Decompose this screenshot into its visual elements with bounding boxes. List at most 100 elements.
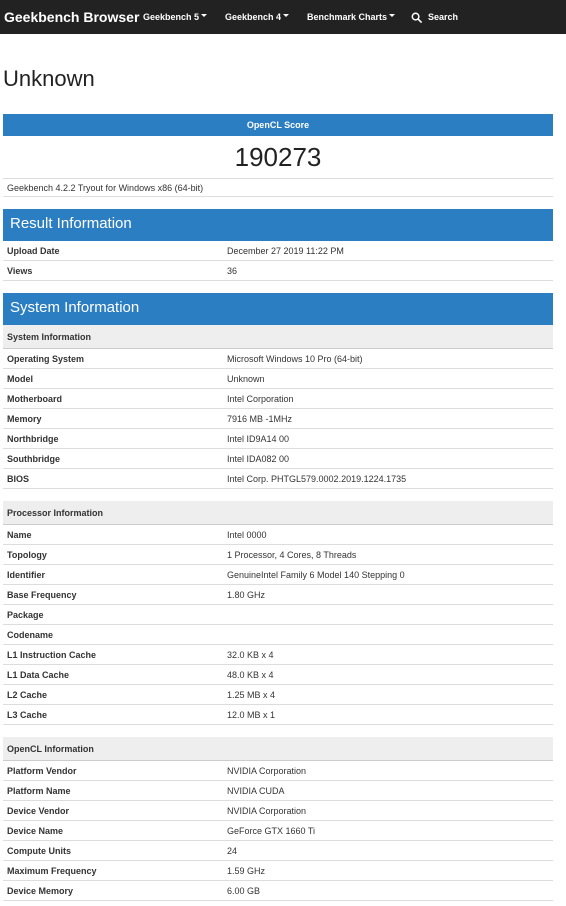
result-information-section: Result Information Upload Date December … <box>3 209 553 281</box>
row-value: December 27 2019 11:22 PM <box>227 245 344 256</box>
divider <box>3 178 553 179</box>
row-key: Operating System <box>7 353 85 364</box>
row-key: Codename <box>7 629 54 640</box>
row-value: NVIDIA CUDA <box>227 785 285 796</box>
brand-link[interactable]: Geekbench Browser <box>4 9 139 25</box>
page-title: Unknown <box>3 66 95 91</box>
table-row: Compute Units 24 <box>3 841 553 861</box>
row-value: 6.00 GB <box>227 885 261 896</box>
row-key: Device Vendor <box>7 805 70 816</box>
row-value: NVIDIA Corporation <box>227 765 307 776</box>
table-row: L1 Instruction Cache 32.0 KB x 4 <box>3 645 553 665</box>
row-value: 1.59 GHz <box>227 865 266 876</box>
table-row: Name Intel 0000 <box>3 525 553 545</box>
row-key: L2 Cache <box>7 689 48 700</box>
table-row: L2 Cache 1.25 MB x 4 <box>3 685 553 705</box>
row-value: 1.80 GHz <box>227 589 266 600</box>
row-key: Motherboard <box>7 393 62 404</box>
row-value: GenuineIntel Family 6 Model 140 Stepping… <box>227 569 405 580</box>
row-value: 48.0 KB x 4 <box>227 669 274 680</box>
row-key: L3 Cache <box>7 709 48 720</box>
table-row: Maximum Frequency 1.59 GHz <box>3 861 553 881</box>
row-value: Intel ID9A14 00 <box>227 433 290 444</box>
row-key: Device Memory <box>7 885 74 896</box>
table-row: Operating System Microsoft Windows 10 Pro… <box>3 349 553 369</box>
nav-benchmark-charts[interactable]: Benchmark Charts <box>307 0 396 34</box>
row-value: Intel Corporation <box>227 393 294 404</box>
row-value: NVIDIA Corporation <box>227 805 307 816</box>
search-icon <box>411 12 422 23</box>
table-row: L3 Cache 12.0 MB x 1 <box>3 705 553 725</box>
table-row: Memory 7916 MB -1MHz <box>3 409 553 429</box>
row-key: Upload Date <box>7 245 60 256</box>
result-information-header: Result Information <box>3 209 553 241</box>
navbar: Geekbench Browser Geekbench 5 Geekbench … <box>0 0 566 34</box>
table-row: Device Name GeForce GTX 1660 Ti <box>3 821 553 841</box>
table-row: Model Unknown <box>3 369 553 389</box>
row-key: L1 Instruction Cache <box>7 649 97 660</box>
row-value: GeForce GTX 1660 Ti <box>227 825 316 836</box>
row-value: 32.0 KB x 4 <box>227 649 274 660</box>
group-header-system: System Information <box>3 325 553 349</box>
row-value: Intel Corp. PHTGL579.0002.2019.1224.1735 <box>227 473 407 484</box>
row-key: Maximum Frequency <box>7 865 97 876</box>
table-row: Views 36 <box>3 261 553 281</box>
score-version-note: Geekbench 4.2.2 Tryout for Windows x86 (… <box>7 183 204 193</box>
row-key: BIOS <box>7 473 30 484</box>
caret-down-icon <box>389 14 396 17</box>
table-row: Southbridge Intel IDA082 00 <box>3 449 553 469</box>
row-key: Device Name <box>7 825 64 836</box>
row-value: Microsoft Windows 10 Pro (64-bit) <box>227 353 363 364</box>
row-key: Identifier <box>7 569 46 580</box>
table-row: Upload Date December 27 2019 11:22 PM <box>3 241 553 261</box>
nav-geekbench4[interactable]: Geekbench 4 <box>225 0 290 34</box>
group-gap <box>3 489 553 501</box>
system-information-header: System Information <box>3 293 553 325</box>
nav-geekbench4-label: Geekbench 4 <box>225 12 282 22</box>
row-value: 36 <box>227 265 238 276</box>
table-row: Platform Name NVIDIA CUDA <box>3 781 553 801</box>
row-value: Intel 0000 <box>227 529 267 540</box>
row-key: Model <box>7 373 33 384</box>
row-value: 1 Processor, 4 Cores, 8 Threads <box>227 549 357 560</box>
row-key: Name <box>7 529 32 540</box>
table-row: Package <box>3 605 553 625</box>
group-gap <box>3 725 553 737</box>
table-row: Codename <box>3 625 553 645</box>
score-value: 190273 <box>234 142 322 172</box>
row-key: Memory <box>7 413 42 424</box>
row-key: L1 Data Cache <box>7 669 70 680</box>
table-row: Device Vendor NVIDIA Corporation <box>3 801 553 821</box>
table-row: Identifier GenuineIntel Family 6 Model 14… <box>3 565 553 585</box>
table-row: BIOS Intel Corp. PHTGL579.0002.2019.1224.… <box>3 469 553 489</box>
row-key: Northbridge <box>7 433 59 444</box>
table-row: Device Memory 6.00 GB <box>3 881 553 901</box>
table-row: Platform Vendor NVIDIA Corporation <box>3 761 553 781</box>
group-header-processor: Processor Information <box>3 501 553 525</box>
table-row: Topology 1 Processor, 4 Cores, 8 Threads <box>3 545 553 565</box>
row-key: Views <box>7 265 33 276</box>
table-row: L1 Data Cache 48.0 KB x 4 <box>3 665 553 685</box>
row-value: 24 <box>227 845 238 856</box>
divider <box>3 196 553 197</box>
table-row: Motherboard Intel Corporation <box>3 389 553 409</box>
nav-geekbench5[interactable]: Geekbench 5 <box>143 0 208 34</box>
nav-geekbench5-label: Geekbench 5 <box>143 12 200 22</box>
caret-down-icon <box>283 14 290 17</box>
row-key: Platform Name <box>7 785 71 796</box>
row-key: Topology <box>7 549 47 560</box>
caret-down-icon <box>201 14 208 17</box>
row-value: 7916 MB -1MHz <box>227 413 293 424</box>
table-row: Northbridge Intel ID9A14 00 <box>3 429 553 449</box>
nav-benchmark-charts-label: Benchmark Charts <box>307 12 388 22</box>
score-header: OpenCL Score <box>3 114 553 136</box>
row-key: Platform Vendor <box>7 765 77 776</box>
group-header-opencl: OpenCL Information <box>3 737 553 761</box>
row-key: Package <box>7 609 44 620</box>
row-value: 1.25 MB x 4 <box>227 689 276 700</box>
row-key: Southbridge <box>7 453 60 464</box>
row-key: Base Frequency <box>7 589 77 600</box>
search-label: Search <box>428 12 459 22</box>
row-value: 12.0 MB x 1 <box>227 709 276 720</box>
search-link[interactable]: Search <box>411 0 458 34</box>
